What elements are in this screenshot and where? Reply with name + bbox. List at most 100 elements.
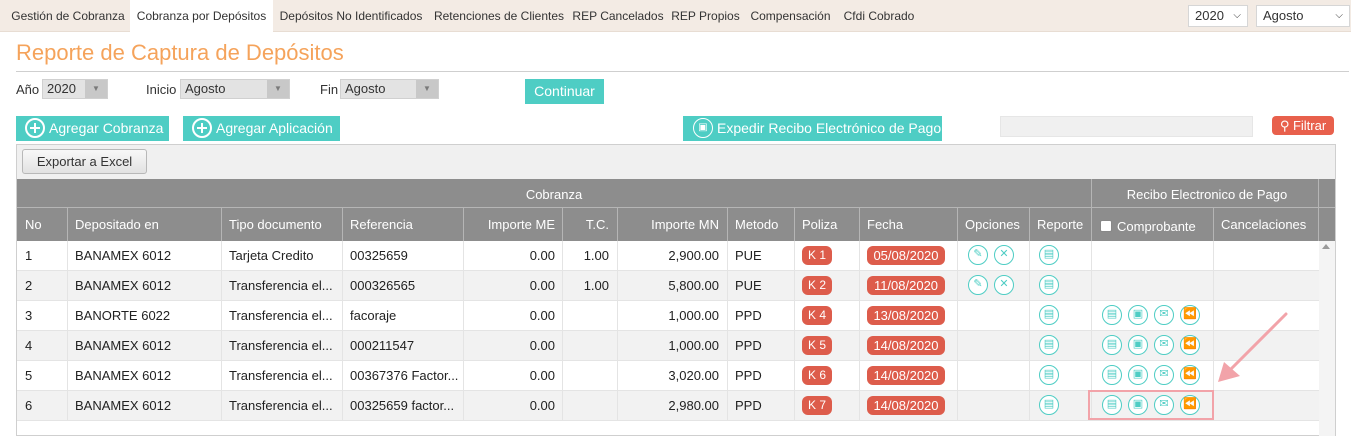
export-excel-button[interactable]: Exportar a Excel xyxy=(22,149,147,174)
edit-icon[interactable]: ✎ xyxy=(968,245,988,265)
grid-toolbar: Exportar a Excel xyxy=(17,145,1335,179)
comprobante-checkbox[interactable] xyxy=(1100,220,1112,232)
month-select[interactable]: Agosto ⌵ xyxy=(1256,5,1350,27)
report-icon[interactable]: ▤ xyxy=(1039,245,1059,265)
rewind-icon[interactable]: ⏪ xyxy=(1180,335,1200,355)
column-divider xyxy=(957,391,958,421)
tab-compensacion[interactable]: Compensación xyxy=(744,0,837,32)
add-aplicacion-button[interactable]: Agregar Aplicación xyxy=(183,116,340,141)
col-header-tipo[interactable]: Tipo documento xyxy=(229,217,322,232)
table-row[interactable]: 1 BANAMEX 6012 Tarjeta Credito 00325659 0.00… xyxy=(17,241,1319,271)
column-divider xyxy=(67,301,68,331)
poliza-badge[interactable]: K 1 xyxy=(802,246,832,265)
col-header-depositado[interactable]: Depositado en xyxy=(75,217,159,232)
col-header-referencia[interactable]: Referencia xyxy=(350,217,413,232)
col-header-importe-me[interactable]: Importe ME xyxy=(463,217,555,232)
column-divider xyxy=(463,207,464,241)
tab-depositos-no-identificados[interactable]: Depósitos No Identificados xyxy=(273,0,429,32)
cancel-icon[interactable]: ✕ xyxy=(994,245,1014,265)
table-row[interactable]: 4 BANAMEX 6012 Transferencia el... 00021154… xyxy=(17,331,1319,361)
xml-icon[interactable]: ▣ xyxy=(1128,365,1148,385)
xml-icon[interactable]: ▣ xyxy=(1128,335,1148,355)
cell-importe-mn: 2,980.00 xyxy=(668,398,719,413)
tab-retenciones-clientes[interactable]: Retenciones de Clientes xyxy=(429,0,569,32)
poliza-badge[interactable]: K 4 xyxy=(802,306,832,325)
cell-depositado: BANORTE 6022 xyxy=(75,308,171,323)
rewind-icon[interactable]: ⏪ xyxy=(1180,305,1200,325)
continue-button[interactable]: Continuar xyxy=(525,79,604,104)
column-divider xyxy=(957,301,958,331)
column-divider xyxy=(1213,271,1214,301)
group-header-cobranza: Cobranza xyxy=(525,187,583,202)
year-filter-select[interactable]: 2020 ▼ xyxy=(42,79,108,99)
year-select[interactable]: 2020 ⌵ xyxy=(1188,5,1248,27)
report-icon[interactable]: ▤ xyxy=(1039,335,1059,355)
column-divider xyxy=(957,271,958,301)
poliza-badge[interactable]: K 6 xyxy=(802,366,832,385)
tab-cfdi-cobrado[interactable]: Cfdi Cobrado xyxy=(837,0,921,32)
report-icon[interactable]: ▤ xyxy=(1039,305,1059,325)
column-divider xyxy=(463,361,464,391)
filtrar-button[interactable]: ⚲ Filtrar xyxy=(1272,116,1334,135)
column-divider xyxy=(562,241,563,271)
cancel-icon[interactable]: ✕ xyxy=(994,275,1014,295)
xml-icon[interactable]: ▣ xyxy=(1128,305,1148,325)
col-header-metodo[interactable]: Metodo xyxy=(735,217,778,232)
column-divider xyxy=(727,361,728,391)
scroll-up-arrow-icon[interactable] xyxy=(1322,244,1330,249)
col-header-tc[interactable]: T.C. xyxy=(562,217,609,232)
poliza-badge[interactable]: K 5 xyxy=(802,336,832,355)
end-filter-select[interactable]: Agosto ▼ xyxy=(340,79,439,99)
fecha-badge: 05/08/2020 xyxy=(867,246,945,265)
add-cobranza-button[interactable]: Agregar Cobranza xyxy=(16,116,169,141)
col-header-opciones[interactable]: Opciones xyxy=(965,217,1020,232)
report-icon[interactable]: ▤ xyxy=(1039,275,1059,295)
pdf-icon[interactable]: ▤ xyxy=(1102,305,1122,325)
tab-rep-propios[interactable]: REP Propios xyxy=(667,0,744,32)
report-icon[interactable]: ▤ xyxy=(1039,395,1059,415)
email-icon[interactable]: ✉ xyxy=(1154,335,1174,355)
table-row[interactable]: 5 BANAMEX 6012 Transferencia el... 00367376… xyxy=(17,361,1319,391)
col-header-importe-mn[interactable]: Importe MN xyxy=(617,217,719,232)
column-divider xyxy=(562,391,563,421)
email-icon[interactable]: ✉ xyxy=(1154,305,1174,325)
cell-referencia: 00325659 factor... xyxy=(350,398,455,413)
poliza-badge[interactable]: K 7 xyxy=(802,396,832,415)
col-header-fecha[interactable]: Fecha xyxy=(867,217,903,232)
column-divider xyxy=(617,241,618,271)
column-divider xyxy=(221,361,222,391)
month-select-value: Agosto xyxy=(1263,8,1304,23)
report-icon[interactable]: ▤ xyxy=(1039,365,1059,385)
edit-icon[interactable]: ✎ xyxy=(968,275,988,295)
expedir-recibo-button[interactable]: ▣ Expedir Recibo Electrónico de Pago xyxy=(683,116,942,141)
col-header-poliza[interactable]: Poliza xyxy=(802,217,837,232)
vertical-scrollbar[interactable] xyxy=(1319,241,1335,436)
table-row[interactable]: 3 BANORTE 6022 Transferencia el... facoraje… xyxy=(17,301,1319,331)
column-divider xyxy=(463,301,464,331)
col-header-cancelaciones[interactable]: Cancelaciones xyxy=(1221,217,1306,232)
col-header-reporte[interactable]: Reporte xyxy=(1037,217,1083,232)
table-row[interactable]: 2 BANAMEX 6012 Transferencia el... 00032656… xyxy=(17,271,1319,301)
cell-importe-mn: 2,900.00 xyxy=(668,248,719,263)
start-filter-select[interactable]: Agosto ▼ xyxy=(180,79,290,99)
column-divider xyxy=(562,271,563,301)
year-filter-value: 2020 xyxy=(47,81,76,96)
tab-gestion-cobranza[interactable]: Gestión de Cobranza xyxy=(6,0,130,32)
cell-metodo: PUE xyxy=(735,278,762,293)
email-icon[interactable]: ✉ xyxy=(1154,365,1174,385)
column-divider xyxy=(463,241,464,271)
column-divider xyxy=(1091,241,1092,271)
pdf-icon[interactable]: ▤ xyxy=(1102,335,1122,355)
tab-rep-cancelados[interactable]: REP Cancelados xyxy=(569,0,667,32)
pdf-icon[interactable]: ▤ xyxy=(1102,365,1122,385)
annotation-arrow-icon xyxy=(1218,312,1288,382)
cell-no: 4 xyxy=(25,338,33,353)
cell-tipo: Transferencia el... xyxy=(229,278,333,293)
col-header-comprobante[interactable]: Comprobante xyxy=(1117,219,1196,234)
poliza-badge[interactable]: K 2 xyxy=(802,276,832,295)
col-header-no[interactable]: No xyxy=(25,217,42,232)
tab-cobranza-depositos[interactable]: Cobranza por Depósitos xyxy=(130,0,273,32)
column-divider xyxy=(221,391,222,421)
search-input[interactable] xyxy=(1000,116,1253,137)
rewind-icon[interactable]: ⏪ xyxy=(1180,365,1200,385)
